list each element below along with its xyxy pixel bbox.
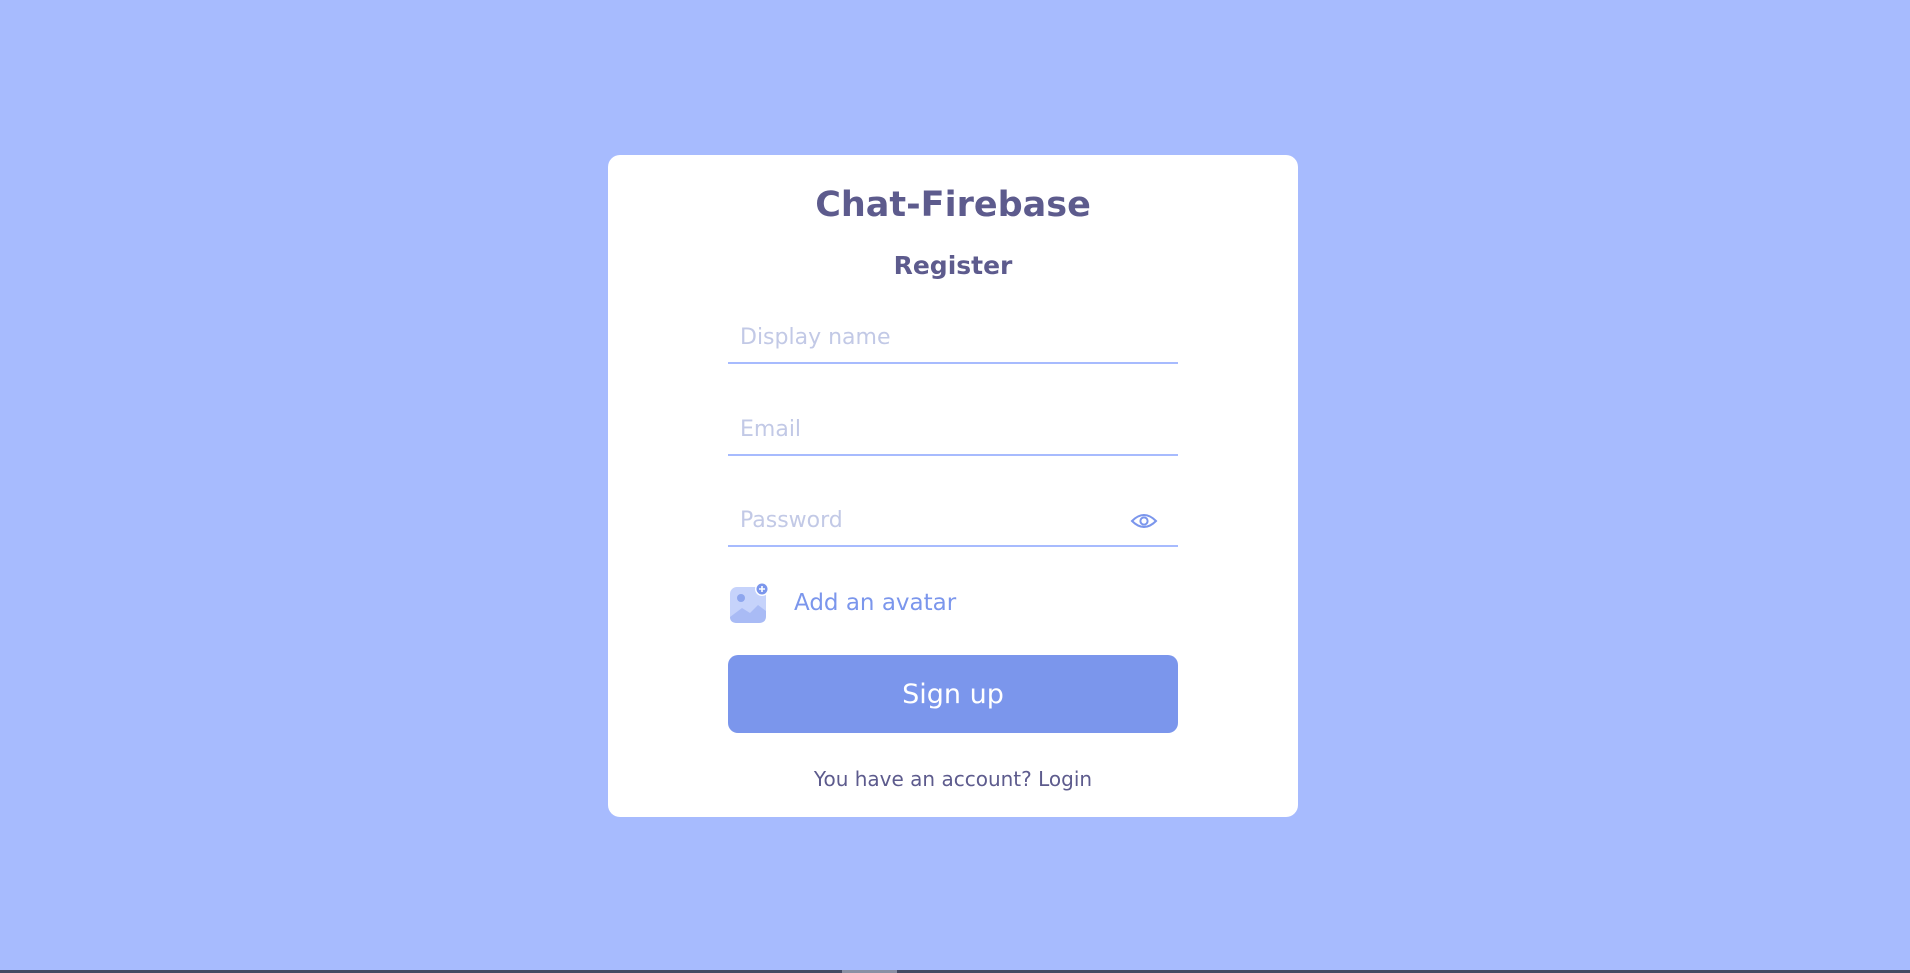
- sign-up-button[interactable]: Sign up: [728, 655, 1178, 733]
- display-name-field-wrapper: [728, 312, 1178, 364]
- login-link[interactable]: Login: [1038, 767, 1092, 791]
- password-input[interactable]: [728, 495, 1178, 545]
- form-title: Register: [893, 251, 1013, 280]
- login-prompt-text: You have an account?: [813, 767, 1039, 791]
- app-title: Chat-Firebase: [815, 185, 1091, 225]
- login-prompt: You have an account? Login: [608, 767, 1298, 791]
- eye-icon[interactable]: [1130, 511, 1158, 531]
- password-field-wrapper: [728, 495, 1178, 547]
- register-card: Chat-Firebase Register Add an avat: [608, 155, 1298, 817]
- email-input[interactable]: [728, 404, 1178, 454]
- display-name-input[interactable]: [728, 312, 1178, 362]
- add-avatar-label: Add an avatar: [794, 590, 957, 616]
- add-image-icon: [728, 581, 772, 625]
- add-avatar-button[interactable]: Add an avatar: [728, 581, 956, 625]
- email-field-wrapper: [728, 404, 1178, 456]
